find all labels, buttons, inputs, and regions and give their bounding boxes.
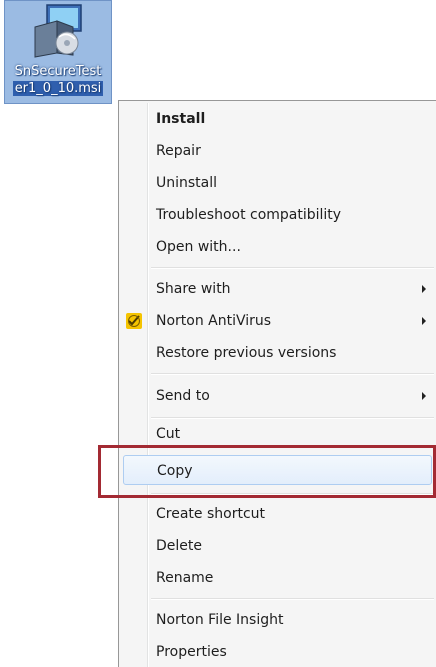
menu-item-norton-file-insight[interactable]: Norton File Insight: [122, 605, 436, 635]
menu-item-label: Share with: [156, 281, 231, 297]
context-menu: Install Repair Uninstall Troubleshoot co…: [118, 100, 436, 667]
menu-item-troubleshoot-compatibility[interactable]: Troubleshoot compatibility: [122, 200, 436, 230]
menu-item-repair[interactable]: Repair: [122, 136, 436, 166]
menu-item-label: Uninstall: [156, 175, 218, 191]
submenu-arrow-icon: [422, 392, 426, 400]
menu-item-uninstall[interactable]: Uninstall: [122, 168, 436, 198]
menu-item-copy[interactable]: Copy: [123, 455, 432, 485]
file-name: SnSecureTest er1_0_10.msi: [7, 63, 109, 97]
menu-item-label: Copy: [157, 463, 193, 479]
menu-item-share-with[interactable]: Share with: [122, 274, 436, 304]
menu-separator: [151, 267, 434, 269]
desktop-file-msi[interactable]: SnSecureTest er1_0_10.msi: [4, 0, 112, 104]
menu-item-label: Cut: [156, 426, 181, 442]
menu-item-label: Send to: [156, 388, 210, 404]
menu-item-properties[interactable]: Properties: [122, 637, 436, 667]
menu-item-label: Restore previous versions: [156, 345, 337, 361]
menu-item-label: Open with...: [156, 239, 241, 255]
menu-item-label: Properties: [156, 644, 227, 660]
menu-item-label: Troubleshoot compatibility: [156, 207, 342, 223]
menu-item-label: Repair: [156, 143, 201, 159]
menu-item-delete[interactable]: Delete: [122, 531, 436, 561]
menu-separator: [151, 373, 434, 375]
menu-item-rename[interactable]: Rename: [122, 563, 436, 593]
desktop: SnSecureTest er1_0_10.msi Install Repair…: [0, 0, 436, 667]
submenu-arrow-icon: [422, 285, 426, 293]
menu-item-restore-previous-versions[interactable]: Restore previous versions: [122, 338, 436, 368]
menu-separator: [151, 493, 434, 495]
menu-item-label: Norton AntiVirus: [156, 313, 272, 329]
norton-icon: [126, 313, 142, 329]
menu-item-install[interactable]: Install: [122, 104, 436, 134]
menu-item-open-with[interactable]: Open with...: [122, 232, 436, 262]
msi-installer-icon: [34, 4, 82, 58]
menu-item-label: Create shortcut: [156, 506, 266, 522]
menu-item-label: Install: [156, 111, 206, 127]
submenu-arrow-icon: [422, 317, 426, 325]
menu-item-send-to[interactable]: Send to: [122, 381, 436, 411]
menu-separator: [151, 598, 434, 600]
menu-item-norton-antivirus[interactable]: Norton AntiVirus: [122, 306, 436, 336]
menu-item-create-shortcut[interactable]: Create shortcut: [122, 499, 436, 529]
menu-item-cut[interactable]: Cut: [122, 419, 436, 449]
menu-item-label: Rename: [156, 570, 214, 586]
file-name-line2: er1_0_10.msi: [12, 81, 104, 96]
file-name-line1: SnSecureTest: [14, 64, 102, 79]
menu-item-label: Norton File Insight: [156, 612, 284, 628]
menu-item-label: Delete: [156, 538, 202, 554]
